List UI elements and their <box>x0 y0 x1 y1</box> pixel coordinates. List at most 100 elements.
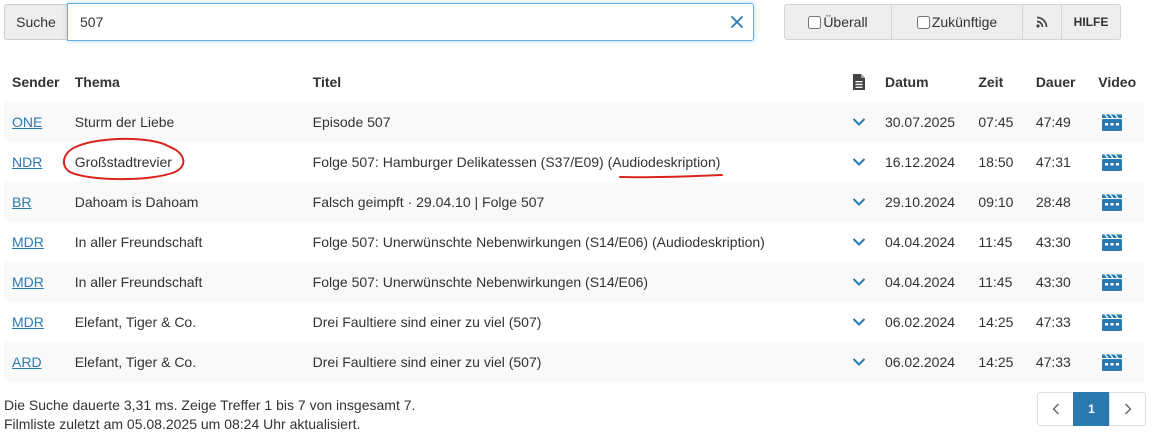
header-thema[interactable]: Thema <box>67 62 305 102</box>
cell-thema: Elefant, Tiger & Co. <box>74 314 197 330</box>
cell-video <box>1090 102 1144 142</box>
video-camera-icon[interactable] <box>1102 233 1123 251</box>
sender-link[interactable]: NDR <box>12 154 42 170</box>
cell-datum: 04.04.2024 <box>884 274 956 290</box>
header-zeit[interactable]: Zeit <box>970 62 1027 102</box>
cell-sender: MDR <box>4 222 67 262</box>
cell-dauer: 47:33 <box>1035 354 1071 370</box>
cell-video <box>1090 182 1144 222</box>
cell-video <box>1090 342 1144 382</box>
video-camera-icon[interactable] <box>1102 313 1123 331</box>
cell-thema: In aller Freundschaft <box>74 234 203 250</box>
table-row: MDR In aller Freundschaft Folge 507: Unerw… <box>4 262 1144 302</box>
header-titel[interactable]: Titel <box>305 62 842 102</box>
cell-description <box>842 302 877 342</box>
chevron-down-icon[interactable] <box>852 117 866 127</box>
cell-zeit: 09:10 <box>978 194 1014 210</box>
cell-datum: 30.07.2025 <box>884 114 956 130</box>
overall-checkbox[interactable] <box>808 15 822 29</box>
cell-thema: In aller Freundschaft <box>74 274 203 290</box>
search-box[interactable] <box>67 3 754 41</box>
cell-sender: BR <box>4 182 67 222</box>
video-camera-icon[interactable] <box>1102 113 1123 131</box>
chevron-down-icon[interactable] <box>852 237 866 247</box>
search-input[interactable] <box>80 12 710 32</box>
cell-video <box>1090 262 1144 302</box>
cell-video <box>1090 142 1144 182</box>
search-info: Die Suche dauerte 3,31 ms. Zeige Treffer… <box>4 397 416 413</box>
table-row: BR Dahoam is Dahoam Falsch geimpft · 29.04… <box>4 182 1144 222</box>
rss-button[interactable] <box>1022 4 1062 40</box>
table-row: MDR Elefant, Tiger & Co. Drei Faultiere si… <box>4 302 1144 342</box>
video-camera-icon[interactable] <box>1102 193 1123 211</box>
search-bar: Suche Überall Zukünftige HILFE <box>4 3 1157 41</box>
cell-titel: Drei Faultiere sind einer zu viel (507) <box>312 314 542 330</box>
video-camera-icon[interactable] <box>1102 273 1123 291</box>
help-button[interactable]: HILFE <box>1061 4 1121 40</box>
header-description <box>842 62 877 102</box>
sender-link[interactable]: ONE <box>12 114 42 130</box>
future-toggle[interactable]: Zukünftige <box>891 4 1023 40</box>
cell-dauer: 47:49 <box>1035 114 1071 130</box>
cell-dauer: 28:48 <box>1035 194 1071 210</box>
page-1-button[interactable]: 1 <box>1073 392 1110 426</box>
chevron-left-icon <box>1051 403 1059 415</box>
cell-thema: Elefant, Tiger & Co. <box>74 354 197 370</box>
toolbar-buttons: Überall Zukünftige HILFE <box>784 4 1121 40</box>
header-video: Video <box>1098 74 1137 90</box>
table-row: ONE Sturm der Liebe Episode 507 30.07.2025 0… <box>4 102 1144 142</box>
rss-icon <box>1036 16 1048 28</box>
cell-sender: ARD <box>4 342 67 382</box>
cell-thema: Großstadtrevier <box>74 154 172 170</box>
table-header-row: Sender Thema Titel Datum Zeit Dauer Vide… <box>4 62 1144 102</box>
chevron-down-icon[interactable] <box>852 317 866 327</box>
cell-titel: Folge 507: Unerwünschte Nebenwirkungen (… <box>312 274 649 290</box>
chevron-down-icon[interactable] <box>852 357 866 367</box>
cell-datum: 06.02.2024 <box>884 314 956 330</box>
table-row: NDR Großstadtrevier Folge 507: Hamburger D… <box>4 142 1144 182</box>
cell-thema: Dahoam is Dahoam <box>74 194 199 210</box>
close-icon[interactable] <box>730 15 744 29</box>
header-datum[interactable]: Datum <box>877 62 970 102</box>
cell-sender: MDR <box>4 262 67 302</box>
cell-titel: Falsch geimpft · 29.04.10 | Folge 507 <box>312 194 545 210</box>
cell-description <box>842 342 877 382</box>
chevron-down-icon[interactable] <box>852 157 866 167</box>
cell-titel: Drei Faultiere sind einer zu viel (507) <box>312 354 542 370</box>
cell-sender: NDR <box>4 142 67 182</box>
cell-zeit: 07:45 <box>978 114 1014 130</box>
cell-description <box>842 262 877 302</box>
overall-toggle[interactable]: Überall <box>784 4 892 40</box>
document-icon <box>853 74 866 90</box>
prev-page-button[interactable] <box>1037 392 1074 426</box>
update-info: Filmliste zuletzt am 05.08.2025 um 08:24… <box>4 416 361 432</box>
table-row: ARD Elefant, Tiger & Co. Drei Faultiere si… <box>4 342 1144 382</box>
video-camera-icon[interactable] <box>1102 153 1123 171</box>
cell-titel: Folge 507: Unerwünschte Nebenwirkungen (… <box>312 234 765 250</box>
video-camera-icon[interactable] <box>1102 353 1123 371</box>
future-checkbox[interactable] <box>916 15 930 29</box>
cell-sender: ONE <box>4 102 67 142</box>
sender-link[interactable]: MDR <box>12 234 44 250</box>
cell-titel: Folge 507: Hamburger Delikatessen (S37/E… <box>312 154 721 170</box>
cell-datum: 06.02.2024 <box>884 354 956 370</box>
cell-datum: 29.10.2024 <box>884 194 956 210</box>
sender-link[interactable]: ARD <box>12 354 42 370</box>
sender-link[interactable]: MDR <box>12 314 44 330</box>
cell-zeit: 11:45 <box>978 234 1013 250</box>
footer-info: Die Suche dauerte 3,31 ms. Zeige Treffer… <box>4 396 415 434</box>
chevron-right-icon <box>1124 403 1132 415</box>
next-page-button[interactable] <box>1109 392 1146 426</box>
sender-link[interactable]: MDR <box>12 274 44 290</box>
header-dauer[interactable]: Dauer <box>1028 62 1090 102</box>
cell-titel: Episode 507 <box>312 114 391 130</box>
cell-zeit: 14:25 <box>978 314 1014 330</box>
cell-datum: 04.04.2024 <box>884 234 956 250</box>
chevron-down-icon[interactable] <box>852 197 866 207</box>
chevron-down-icon[interactable] <box>852 277 866 287</box>
cell-zeit: 11:45 <box>978 274 1013 290</box>
sender-link[interactable]: BR <box>12 194 31 210</box>
pagination: 1 <box>1037 392 1146 426</box>
header-sender[interactable]: Sender <box>4 62 67 102</box>
cell-sender: MDR <box>4 302 67 342</box>
